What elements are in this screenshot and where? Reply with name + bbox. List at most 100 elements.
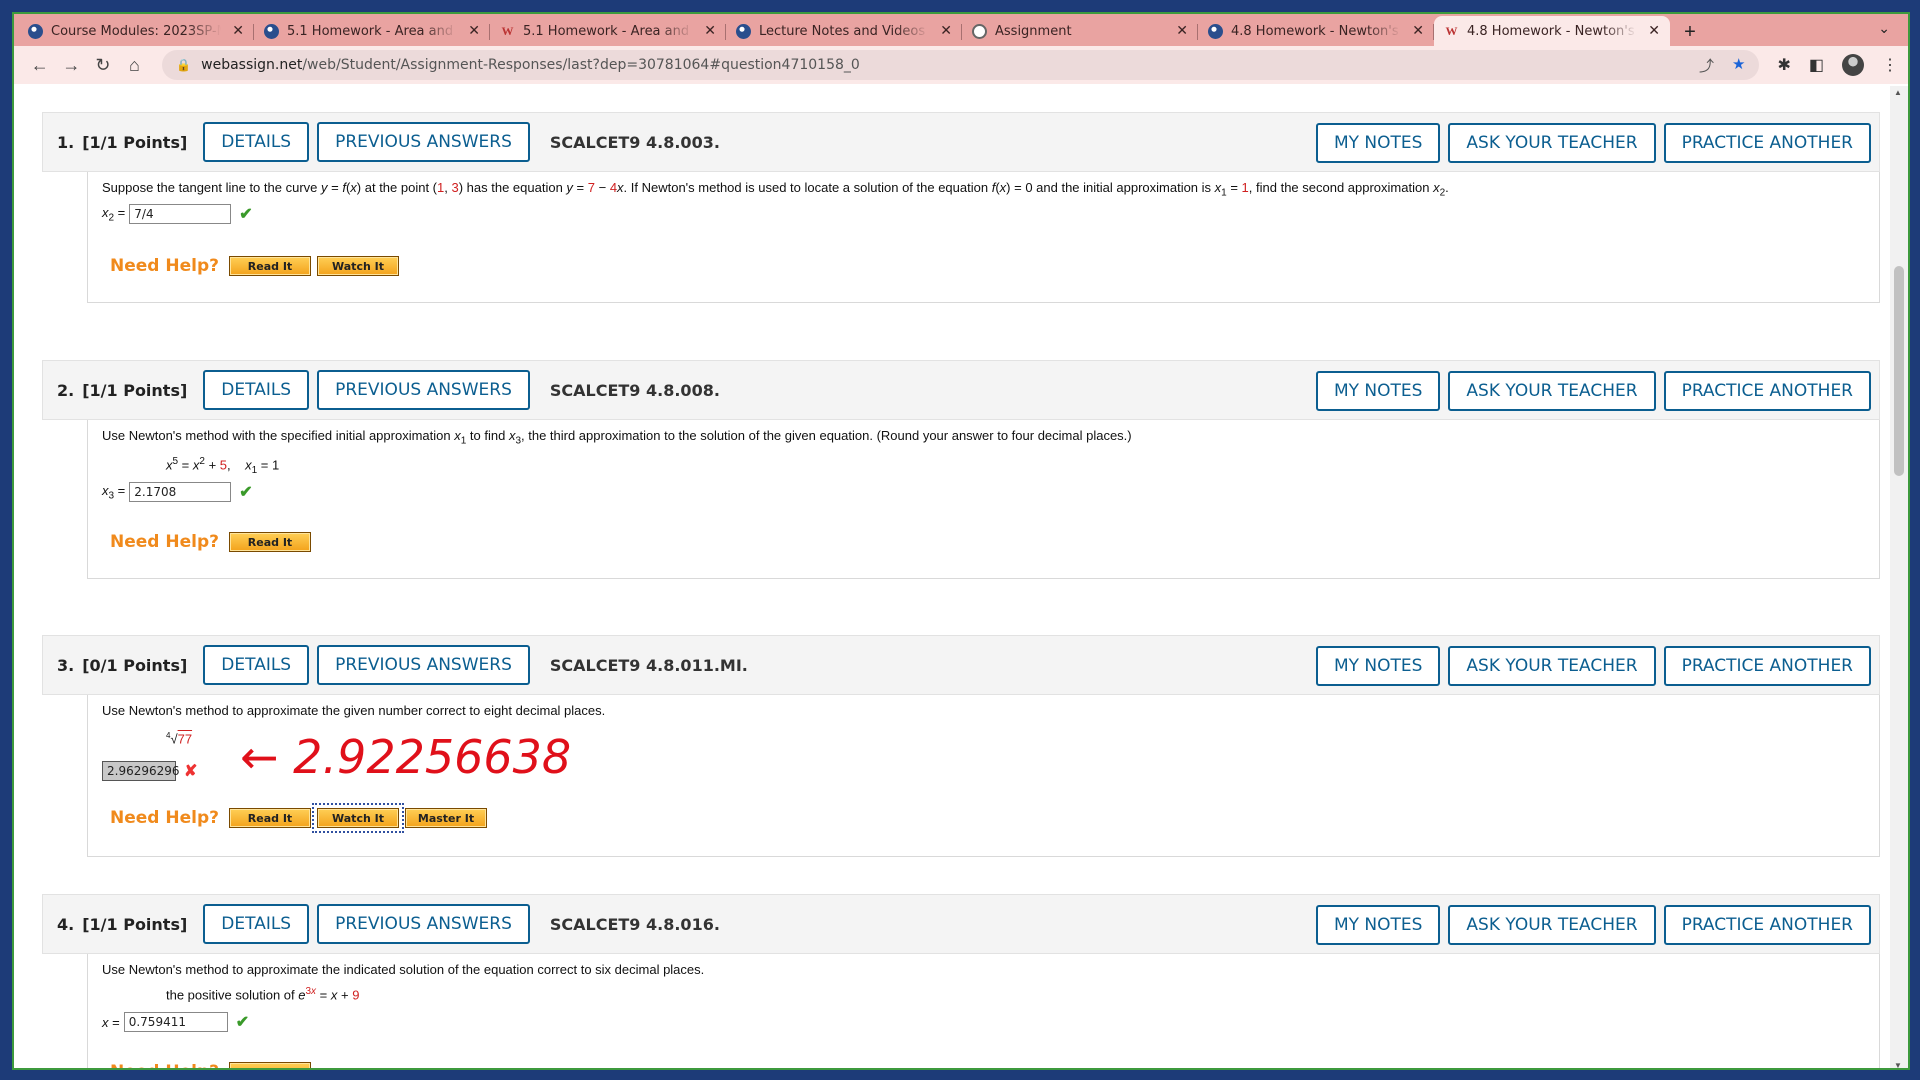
fourth-root-expression: 4√77	[166, 731, 193, 747]
tab-homework-4-8-webassign[interactable]: W 4.8 Homework - Newton's Me ✕	[1434, 16, 1670, 46]
tab-homework-4-8[interactable]: 4.8 Homework - Newton's Me ✕	[1198, 16, 1434, 46]
need-help-label: Need Help?	[110, 256, 219, 276]
read-it-button[interactable]: Read It	[229, 1062, 311, 1068]
answer-input[interactable]: 2.1708	[129, 482, 232, 502]
tab-assignment[interactable]: Assignment ✕	[962, 16, 1198, 46]
checkmark-icon: ✔	[235, 1014, 250, 1031]
address-bar[interactable]: 🔒 webassign.net/web/Student/Assignment-R…	[162, 50, 1760, 80]
checkmark-icon: ✔	[239, 484, 253, 501]
ask-teacher-button[interactable]: ASK YOUR TEACHER	[1448, 905, 1656, 945]
answer-input[interactable]: 7/4	[129, 204, 232, 224]
tab-title: Assignment	[995, 23, 1072, 39]
lock-icon[interactable]: 🔒	[176, 58, 191, 72]
my-notes-button[interactable]: MY NOTES	[1315, 905, 1441, 945]
practice-another-button[interactable]: PRACTICE ANOTHER	[1663, 371, 1871, 411]
forward-arrow-icon[interactable]: →	[56, 49, 88, 81]
page-content: 1. [1/1 Points] DETAILS PREVIOUS ANSWERS…	[14, 86, 1892, 1068]
answer-row: x3 = 2.1708 ✔	[102, 482, 253, 502]
question-header: 2. [1/1 Points] DETAILS PREVIOUS ANSWERS…	[42, 360, 1880, 420]
tab-homework-5-1[interactable]: 5.1 Homework - Area and Dis ✕	[254, 16, 490, 46]
ask-teacher-button[interactable]: ASK YOUR TEACHER	[1448, 371, 1656, 411]
details-button[interactable]: DETAILS	[203, 122, 310, 162]
tab-homework-5-1-webassign[interactable]: W 5.1 Homework - Area and Dis ✕	[490, 16, 726, 46]
browser-window: Course Modules: 2023SP-MAT ✕ 5.1 Homewor…	[12, 12, 1910, 1070]
bookmark-star-icon[interactable]: ★	[1732, 55, 1745, 76]
extensions-puzzle-icon[interactable]: ✱	[1777, 55, 1790, 75]
new-tab-icon[interactable]: +	[1676, 18, 1704, 46]
ask-teacher-button[interactable]: ASK YOUR TEACHER	[1448, 646, 1656, 686]
previous-answers-button[interactable]: PREVIOUS ANSWERS	[317, 122, 530, 162]
equation: x5 = x2 + 5, x1 = 1	[166, 456, 280, 476]
details-button[interactable]: DETAILS	[203, 904, 310, 944]
details-button[interactable]: DETAILS	[203, 645, 310, 685]
close-icon[interactable]: ✕	[1412, 23, 1424, 39]
answer-label: x =	[102, 1014, 120, 1030]
question-header: 3. [0/1 Points] DETAILS PREVIOUS ANSWERS…	[42, 635, 1880, 695]
scroll-up-arrow-icon[interactable]: ▲	[1894, 88, 1902, 97]
page-scrollbar[interactable]: ▲ ▼	[1890, 86, 1908, 1068]
question-text: Suppose the tangent line to the curve y …	[102, 180, 1449, 199]
reload-icon[interactable]: ↻	[87, 49, 119, 81]
url-path: /web/Student/Assignment-Responses/last?d…	[302, 57, 860, 73]
tab-title: 4.8 Homework - Newton's Me	[1467, 23, 1637, 39]
question-text-lead: Use Newton's method with the specified i…	[102, 428, 451, 443]
previous-answers-button[interactable]: PREVIOUS ANSWERS	[317, 904, 530, 944]
close-icon[interactable]: ✕	[704, 23, 716, 39]
read-it-button[interactable]: Read It	[229, 532, 311, 552]
answer-input[interactable]: 0.759411	[123, 1012, 228, 1032]
tab-title: 5.1 Homework - Area and Dis	[287, 23, 457, 39]
answer-input[interactable]: 2.96296296	[102, 761, 180, 781]
need-help-row: Need Help? Read It	[110, 532, 311, 552]
close-icon[interactable]: ✕	[1648, 23, 1660, 39]
close-icon[interactable]: ✕	[468, 23, 480, 39]
my-notes-button[interactable]: MY NOTES	[1315, 646, 1441, 686]
question-number: 2.	[57, 380, 75, 400]
question-number: 1.	[57, 132, 75, 152]
question-body: Use Newton's method to approximate the i…	[87, 954, 1880, 1068]
chevron-down-icon[interactable]: ⌄	[1878, 20, 1890, 37]
question-points: [0/1 Points]	[82, 655, 188, 675]
tab-course-modules[interactable]: Course Modules: 2023SP-MAT ✕	[18, 16, 254, 46]
details-button[interactable]: DETAILS	[203, 370, 310, 410]
need-help-row: Need Help? Read It Watch It	[110, 256, 399, 276]
practice-another-button[interactable]: PRACTICE ANOTHER	[1663, 646, 1871, 686]
read-it-button[interactable]: Read It	[229, 256, 311, 276]
practice-another-button[interactable]: PRACTICE ANOTHER	[1663, 905, 1871, 945]
world-icon	[972, 23, 987, 39]
previous-answers-button[interactable]: PREVIOUS ANSWERS	[317, 645, 530, 685]
home-icon[interactable]: ⌂	[119, 49, 151, 81]
my-notes-button[interactable]: MY NOTES	[1315, 123, 1441, 163]
question-body: Use Newton's method with the specified i…	[87, 420, 1880, 579]
question-text: Use Newton's method to approximate the i…	[102, 962, 705, 977]
handwritten-annotation: ← 2.92256638	[240, 730, 571, 784]
tab-title: 4.8 Homework - Newton's Me	[1231, 23, 1401, 39]
previous-answers-button[interactable]: PREVIOUS ANSWERS	[317, 370, 530, 410]
answer-label: x3 =	[102, 482, 126, 502]
my-notes-button[interactable]: MY NOTES	[1315, 371, 1441, 411]
question-code: SCALCET9 4.8.003.	[549, 132, 720, 152]
watch-it-button[interactable]: Watch It	[312, 803, 404, 833]
avatar[interactable]	[1842, 54, 1865, 76]
close-icon[interactable]: ✕	[232, 23, 244, 39]
watch-it-button[interactable]: Watch It	[317, 256, 399, 276]
close-icon[interactable]: ✕	[940, 23, 952, 39]
question-text: Use Newton's method with the specified i…	[102, 428, 1132, 447]
back-arrow-icon[interactable]: ←	[24, 49, 56, 81]
ask-teacher-button[interactable]: ASK YOUR TEACHER	[1448, 123, 1656, 163]
tab-lecture-notes[interactable]: Lecture Notes and Videos for ✕	[726, 16, 962, 46]
question-header: 4. [1/1 Points] DETAILS PREVIOUS ANSWERS…	[42, 894, 1880, 954]
share-icon[interactable]: ⤴	[1699, 55, 1714, 76]
practice-another-button[interactable]: PRACTICE ANOTHER	[1663, 123, 1871, 163]
question-points: [1/1 Points]	[82, 380, 188, 400]
side-panel-icon[interactable]: ◧	[1809, 55, 1824, 75]
read-it-button[interactable]: Read It	[229, 808, 311, 828]
close-icon[interactable]: ✕	[1176, 23, 1188, 39]
master-it-button[interactable]: Master It	[405, 808, 487, 828]
globe-icon	[1208, 23, 1223, 39]
tab-title: Lecture Notes and Videos for	[759, 23, 929, 39]
equation: the positive solution of e3x = x + 9	[166, 986, 360, 1003]
scroll-down-arrow-icon[interactable]: ▼	[1894, 1061, 1902, 1068]
kebab-menu-icon[interactable]: ⋮	[1882, 55, 1898, 75]
scrollbar-thumb[interactable]	[1894, 266, 1904, 476]
globe-icon	[736, 23, 751, 39]
